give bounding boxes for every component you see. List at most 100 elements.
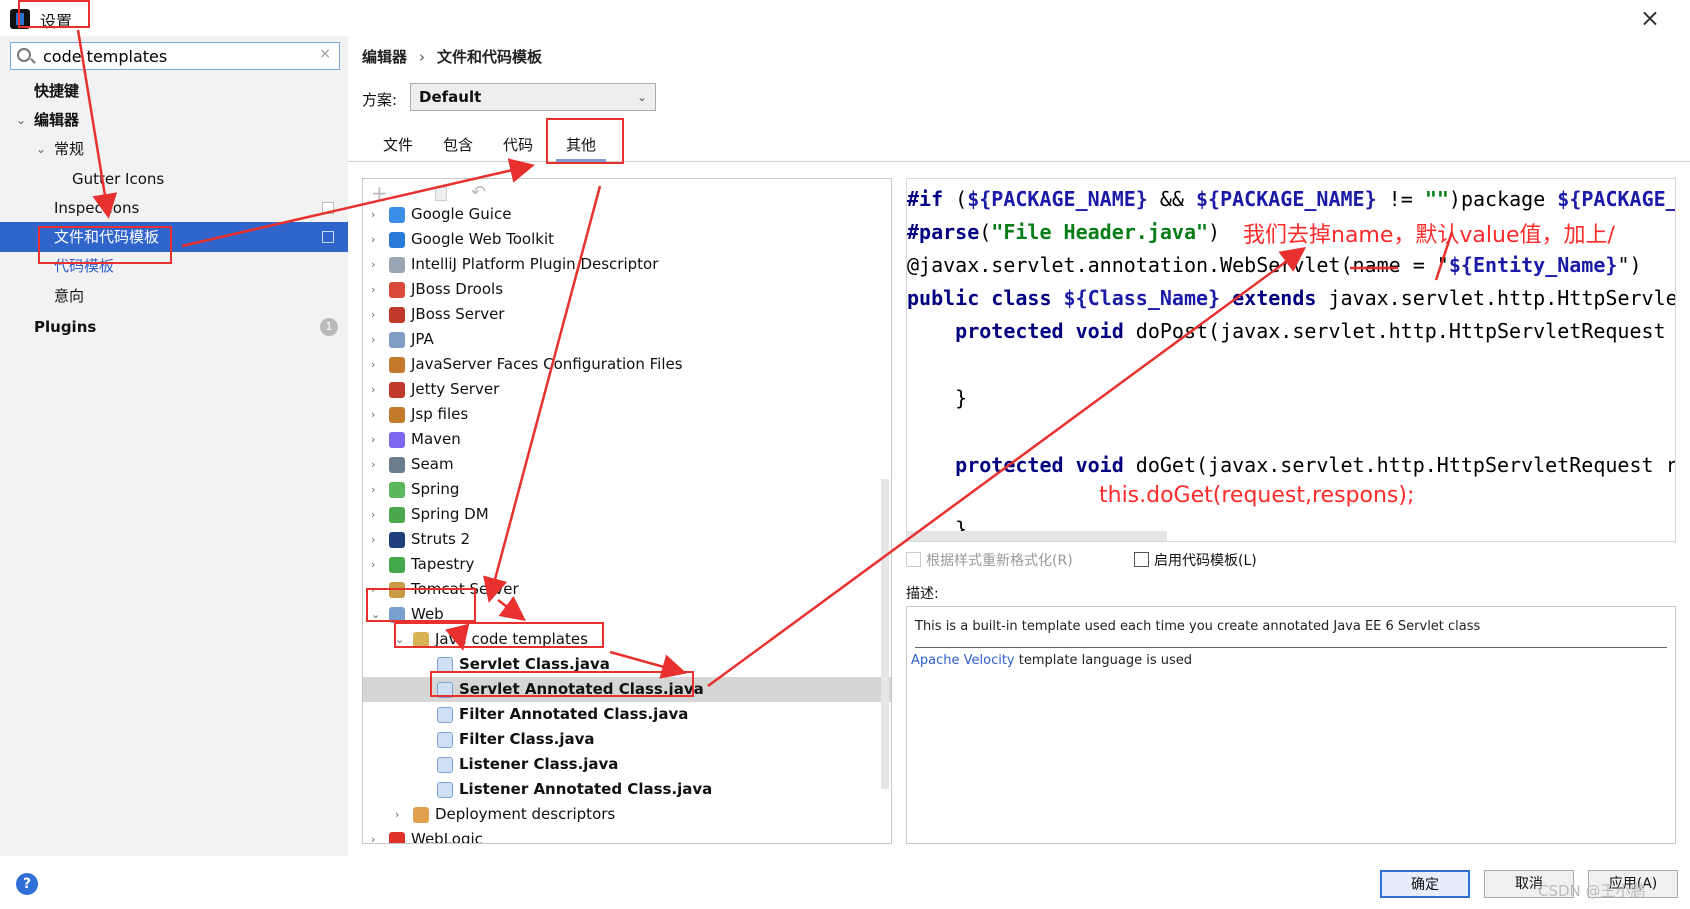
chevron-right-icon[interactable]: › xyxy=(371,202,375,227)
settings-search[interactable]: × xyxy=(10,42,340,70)
tree-row[interactable]: › Jsp files xyxy=(363,402,891,427)
tree-row[interactable]: › WebLogic xyxy=(363,827,891,843)
tree-row[interactable]: Filter Class.java xyxy=(363,727,891,752)
divider xyxy=(915,647,1667,648)
chevron-right-icon[interactable]: › xyxy=(371,502,375,527)
close-icon[interactable]: × xyxy=(1640,4,1660,32)
copy-icon[interactable] xyxy=(435,187,447,201)
clear-search-icon[interactable]: × xyxy=(319,46,331,62)
watermark: CSDN @王小鹏 xyxy=(1538,882,1646,900)
sidebar-item-gutter-icons[interactable]: Gutter Icons xyxy=(0,164,348,194)
chevron-down-icon[interactable]: ⌄ xyxy=(36,134,46,164)
velocity-link[interactable]: Apache Velocity xyxy=(911,653,1015,668)
seam-icon xyxy=(389,457,405,473)
sidebar-item-keymap[interactable]: 快捷键 xyxy=(0,76,348,106)
template-code-editor[interactable]: #if (${PACKAGE_NAME} && ${PACKAGE_NAME} … xyxy=(906,178,1676,542)
sidebar-item-label: 快捷键 xyxy=(34,82,80,100)
tree-row[interactable]: › Struts 2 xyxy=(363,527,891,552)
search-icon xyxy=(17,48,31,62)
tree-row[interactable]: › JPA xyxy=(363,327,891,352)
description-box: This is a built-in template used each ti… xyxy=(906,606,1676,844)
reset-icon[interactable]: ↶ xyxy=(471,182,486,203)
scheme-dropdown[interactable]: Default ⌄ xyxy=(410,83,656,111)
tree-row-label: Tapestry xyxy=(411,555,475,573)
tree-row[interactable]: › Spring xyxy=(363,477,891,502)
sidebar-item-inspections[interactable]: Inspections xyxy=(0,193,348,223)
project-scope-icon xyxy=(322,231,334,243)
jboss-drools-icon xyxy=(389,282,405,298)
tree-row[interactable]: › Seam xyxy=(363,452,891,477)
chevron-right-icon[interactable]: › xyxy=(395,802,399,827)
tree-row[interactable]: › JBoss Drools xyxy=(363,277,891,302)
tree-row[interactable]: Listener Class.java xyxy=(363,752,891,777)
tree-row-label: Jsp files xyxy=(411,405,469,423)
tree-row[interactable]: › JavaServer Faces Configuration Files xyxy=(363,352,891,377)
ok-button[interactable]: 确定 xyxy=(1380,870,1470,898)
tree-row[interactable]: › IntelliJ Platform Plugin Descriptor xyxy=(363,252,891,277)
tree-row-label: Maven xyxy=(411,430,461,448)
code-line: #parse("File Header.java") xyxy=(907,220,1221,244)
chevron-right-icon[interactable]: › xyxy=(371,552,375,577)
search-input[interactable] xyxy=(43,45,313,67)
tree-row[interactable]: › Maven xyxy=(363,427,891,452)
xml-icon xyxy=(413,807,429,823)
jetty-icon xyxy=(389,382,405,398)
tree-row[interactable]: Filter Annotated Class.java xyxy=(363,702,891,727)
sidebar-item-plugins[interactable]: Plugins 1 xyxy=(0,312,348,342)
sidebar-item-general[interactable]: ⌄ 常规 xyxy=(0,134,348,164)
tab-code[interactable]: 代码 xyxy=(498,134,538,162)
tab-includes[interactable]: 包含 xyxy=(438,134,478,162)
tree-row-label: Listener Class.java xyxy=(459,755,619,773)
tree-row-label: Google Guice xyxy=(411,205,512,223)
sidebar-item-label: 意向 xyxy=(54,287,85,305)
chevron-right-icon[interactable]: › xyxy=(371,827,375,843)
sidebar-item-label: Plugins xyxy=(34,318,97,336)
help-icon[interactable]: ? xyxy=(16,873,38,895)
chevron-right-icon[interactable]: › xyxy=(371,402,375,427)
code-line: } xyxy=(907,386,968,410)
file-template-icon xyxy=(437,757,453,773)
tree-row[interactable]: › Deployment descriptors xyxy=(363,802,891,827)
tree-row[interactable]: › JBoss Server xyxy=(363,302,891,327)
chevron-right-icon[interactable]: › xyxy=(371,427,375,452)
sidebar-item-editor[interactable]: ⌄ 编辑器 xyxy=(0,105,348,135)
tree-row[interactable]: › Google Guice xyxy=(363,202,891,227)
sidebar-item-label: 编辑器 xyxy=(34,111,80,129)
jpa-icon xyxy=(389,332,405,348)
tree-row[interactable]: › Google Web Toolkit xyxy=(363,227,891,252)
settings-sidebar: × 快捷键 ⌄ 编辑器 ⌄ 常规 Gutter Icons Inspection… xyxy=(0,36,348,856)
tree-row-label: JPA xyxy=(411,330,434,348)
tree-row[interactable]: › Tapestry xyxy=(363,552,891,577)
highlight-box xyxy=(18,0,90,28)
editor-hscrollbar[interactable] xyxy=(907,531,1167,541)
breadcrumb: 编辑器 › 文件和代码模板 xyxy=(362,46,542,67)
google-guice-icon xyxy=(389,207,405,223)
tree-row-label: JBoss Server xyxy=(411,305,505,323)
chevron-right-icon[interactable]: › xyxy=(371,377,375,402)
sidebar-item-label: Gutter Icons xyxy=(72,170,165,188)
tree-scrollbar[interactable] xyxy=(881,479,889,789)
chevron-right-icon[interactable]: › xyxy=(371,352,375,377)
chevron-right-icon[interactable]: › xyxy=(371,327,375,352)
tab-files[interactable]: 文件 xyxy=(378,134,418,162)
tree-row[interactable]: › Spring DM xyxy=(363,502,891,527)
sidebar-item-label: Inspections xyxy=(54,199,140,217)
code-line: protected void doGet(javax.servlet.http.… xyxy=(907,453,1676,477)
template-tree: + ↶ › Google Guice › Google Web Toolkit › Int… xyxy=(362,178,892,844)
chevron-right-icon[interactable]: › xyxy=(371,252,375,277)
tree-row[interactable]: › Jetty Server xyxy=(363,377,891,402)
live-templates-checkbox[interactable] xyxy=(1134,552,1149,567)
tree-row[interactable]: Listener Annotated Class.java xyxy=(363,777,891,802)
chevron-right-icon[interactable]: › xyxy=(371,452,375,477)
reformat-checkbox[interactable] xyxy=(906,552,921,567)
jsp-icon xyxy=(389,407,405,423)
chevron-right-icon[interactable]: › xyxy=(371,227,375,252)
sidebar-item-intentions[interactable]: 意向 xyxy=(0,281,348,311)
chevron-right-icon[interactable]: › xyxy=(371,277,375,302)
chevron-right-icon[interactable]: › xyxy=(371,527,375,552)
reformat-label: 根据样式重新格式化(R) xyxy=(926,553,1073,569)
chevron-right-icon[interactable]: › xyxy=(371,302,375,327)
chevron-right-icon[interactable]: › xyxy=(371,477,375,502)
jsf-icon xyxy=(389,357,405,373)
chevron-down-icon[interactable]: ⌄ xyxy=(16,105,26,135)
